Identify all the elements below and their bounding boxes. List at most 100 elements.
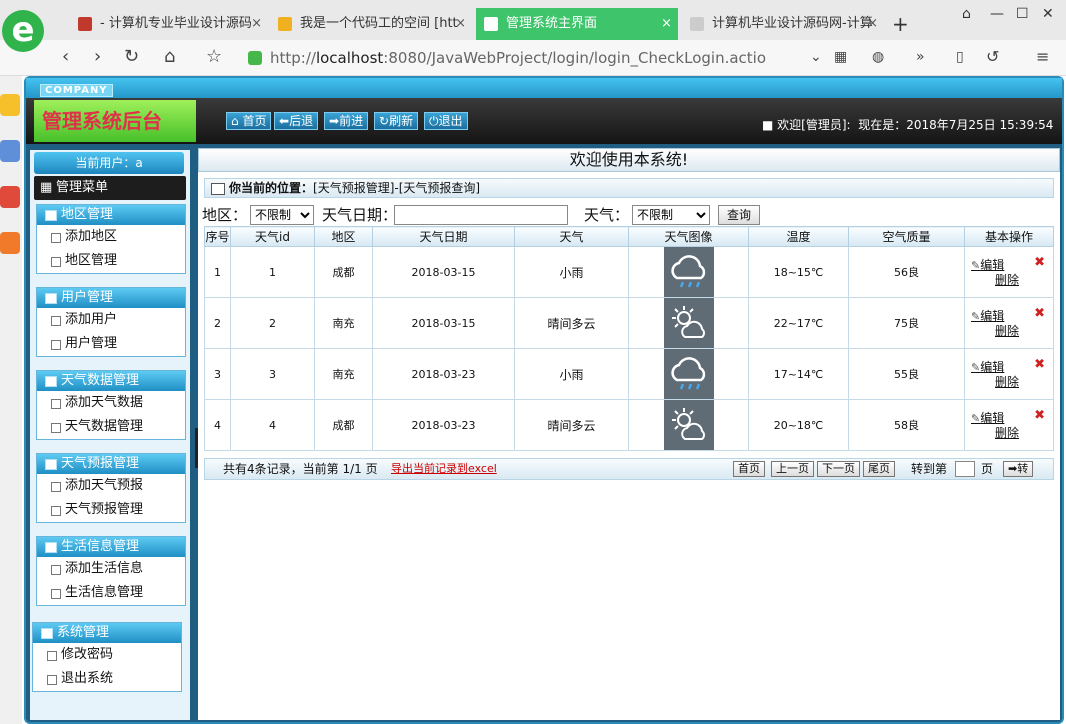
weibo-icon[interactable]: [0, 186, 20, 208]
menu-item-region-manage[interactable]: 地区管理: [37, 249, 185, 273]
prev-page-button[interactable]: 上一页: [771, 461, 814, 477]
cell-air: 75良: [848, 297, 965, 349]
cell-no: 3: [204, 348, 231, 400]
cell-actions: ✎编辑 删除 ✖: [964, 399, 1054, 451]
col-header: 地区: [314, 226, 373, 247]
reload-icon[interactable]: ↻: [124, 46, 139, 68]
cell-region: 成都: [314, 399, 373, 451]
menu-item-add-weather-data[interactable]: 添加天气数据: [37, 391, 185, 415]
menu-group-title[interactable]: 用户管理: [37, 288, 185, 308]
extensions-icon[interactable]: ▦: [834, 46, 847, 68]
menu-item-add-region[interactable]: 添加地区: [37, 225, 185, 249]
shield-icon[interactable]: ◍: [872, 46, 884, 68]
tab-favicon-icon: [78, 17, 92, 31]
weather-select[interactable]: 不限制: [632, 205, 710, 225]
undo-icon[interactable]: ↺: [986, 46, 999, 68]
col-header: 序号: [204, 226, 231, 247]
tab-close-icon[interactable]: ×: [251, 8, 262, 40]
browser-tab-4[interactable]: 计算机毕业设计源码网-计算 ×: [682, 8, 884, 40]
menu-item-exit[interactable]: 退出系统: [33, 667, 181, 691]
cell-air: 55良: [848, 348, 965, 400]
delete-link[interactable]: 删除: [971, 273, 1053, 287]
logout-button[interactable]: ⏻退出: [424, 112, 468, 130]
menu-item-user-manage[interactable]: 用户管理: [37, 332, 185, 356]
welcome-status: ■ 欢迎[管理员]: 现在是：2018年7月25日 15:39:54: [762, 118, 1054, 132]
pencil-icon: ✎: [971, 360, 981, 374]
menu-item-add-life-info[interactable]: 添加生活信息: [37, 557, 185, 581]
date-input[interactable]: [394, 205, 568, 225]
page-number-input[interactable]: [955, 461, 975, 477]
export-excel-link[interactable]: 导出当前记录到excel: [391, 459, 497, 479]
current-user: 当前用户：a: [34, 152, 184, 174]
menu-group-title[interactable]: 天气数据管理: [37, 371, 185, 391]
menu-item-forecast-manage[interactable]: 天气预报管理: [37, 498, 185, 522]
back-button[interactable]: ⬅后退: [274, 112, 319, 130]
browser-tab-2[interactable]: 我是一个代码工的空间 [htt ×: [270, 8, 472, 40]
browser-logo-icon: e: [2, 10, 44, 52]
cell-date: 2018-03-15: [372, 246, 515, 298]
list-icon[interactable]: [0, 140, 20, 162]
delete-x-icon[interactable]: ✖: [1034, 357, 1045, 372]
region-select[interactable]: 不限制: [250, 205, 314, 225]
refresh-button[interactable]: ↻刷新: [374, 112, 419, 130]
forward-icon[interactable]: ›: [94, 46, 101, 68]
browser-tab-active[interactable]: 管理系统主界面 ×: [476, 8, 678, 40]
delete-x-icon[interactable]: ✖: [1034, 408, 1045, 423]
last-page-button[interactable]: 尾页: [863, 461, 895, 477]
sun-cloud-icon: [663, 400, 714, 450]
menu-item-add-user[interactable]: 添加用户: [37, 308, 185, 332]
new-tab-button[interactable]: +: [892, 8, 909, 40]
bookmark-star-icon[interactable]: ☆: [206, 46, 222, 68]
address-bar[interactable]: http://localhost:8080/JavaWebProject/log…: [244, 45, 804, 71]
home-button[interactable]: ⌂ 首页: [226, 112, 272, 130]
shirt-icon[interactable]: ⌂: [962, 6, 971, 22]
close-window-icon[interactable]: ✕: [1042, 6, 1054, 22]
reading-icon[interactable]: ▯: [956, 46, 964, 68]
first-page-button[interactable]: 首页: [733, 461, 765, 477]
cell-date: 2018-03-23: [372, 348, 515, 400]
forward-button[interactable]: ➡前进: [324, 112, 369, 130]
delete-x-icon[interactable]: ✖: [1034, 255, 1045, 270]
menu-group-title[interactable]: 生活信息管理: [37, 537, 185, 557]
delete-link[interactable]: 删除: [971, 426, 1053, 440]
menu-item-weather-data-manage[interactable]: 天气数据管理: [37, 415, 185, 439]
menu-icon[interactable]: ≡: [1036, 46, 1049, 68]
tab-favicon-icon: [278, 17, 292, 31]
next-page-button[interactable]: 下一页: [817, 461, 860, 477]
minimize-icon[interactable]: —: [990, 6, 1004, 22]
menu-item-change-password[interactable]: 修改密码: [33, 643, 181, 667]
cell-no: 1: [204, 246, 231, 298]
delete-x-icon[interactable]: ✖: [1034, 306, 1045, 321]
cell-id: 1: [230, 246, 315, 298]
browser-tab-1[interactable]: - 计算机专业毕业设计源码 ×: [70, 8, 268, 40]
favorites-icon[interactable]: [0, 94, 20, 116]
col-header: 天气: [514, 226, 629, 247]
menu-group-title[interactable]: 天气预报管理: [37, 454, 185, 474]
col-header: 空气质量: [848, 226, 965, 247]
more-arrows-icon[interactable]: »: [916, 46, 925, 68]
menu-item-add-forecast[interactable]: 添加天气预报: [37, 474, 185, 498]
cell-date: 2018-03-15: [372, 297, 515, 349]
mail-icon[interactable]: [0, 232, 20, 254]
cell-weather: 小雨: [514, 348, 629, 400]
chevron-down-icon[interactable]: ⌄: [810, 46, 822, 68]
delete-link[interactable]: 删除: [971, 375, 1053, 389]
delete-link[interactable]: 删除: [971, 324, 1053, 338]
query-button[interactable]: 查询: [718, 205, 761, 225]
tab-close-icon[interactable]: ×: [455, 8, 466, 40]
back-icon[interactable]: ‹: [62, 46, 69, 68]
cell-no: 4: [204, 399, 231, 451]
cell-id: 3: [230, 348, 315, 400]
menu-item-life-info-manage[interactable]: 生活信息管理: [37, 581, 185, 605]
tab-close-icon[interactable]: ×: [661, 8, 672, 40]
grid-icon: ▦: [40, 180, 53, 195]
welcome-banner: 欢迎使用本系统!: [198, 148, 1060, 172]
tab-close-icon[interactable]: ×: [867, 8, 878, 40]
rain-cloud-icon: [663, 247, 714, 297]
pager: 共有4条记录，当前第 1/1 页 导出当前记录到excel 首页 上一页 下一页…: [204, 458, 1054, 480]
maximize-icon[interactable]: ☐: [1016, 6, 1029, 22]
menu-group-title[interactable]: 地区管理: [37, 205, 185, 225]
home-icon[interactable]: ⌂: [164, 46, 175, 68]
go-button[interactable]: ➡转: [1003, 461, 1034, 477]
menu-group-title[interactable]: 系统管理: [33, 623, 181, 643]
